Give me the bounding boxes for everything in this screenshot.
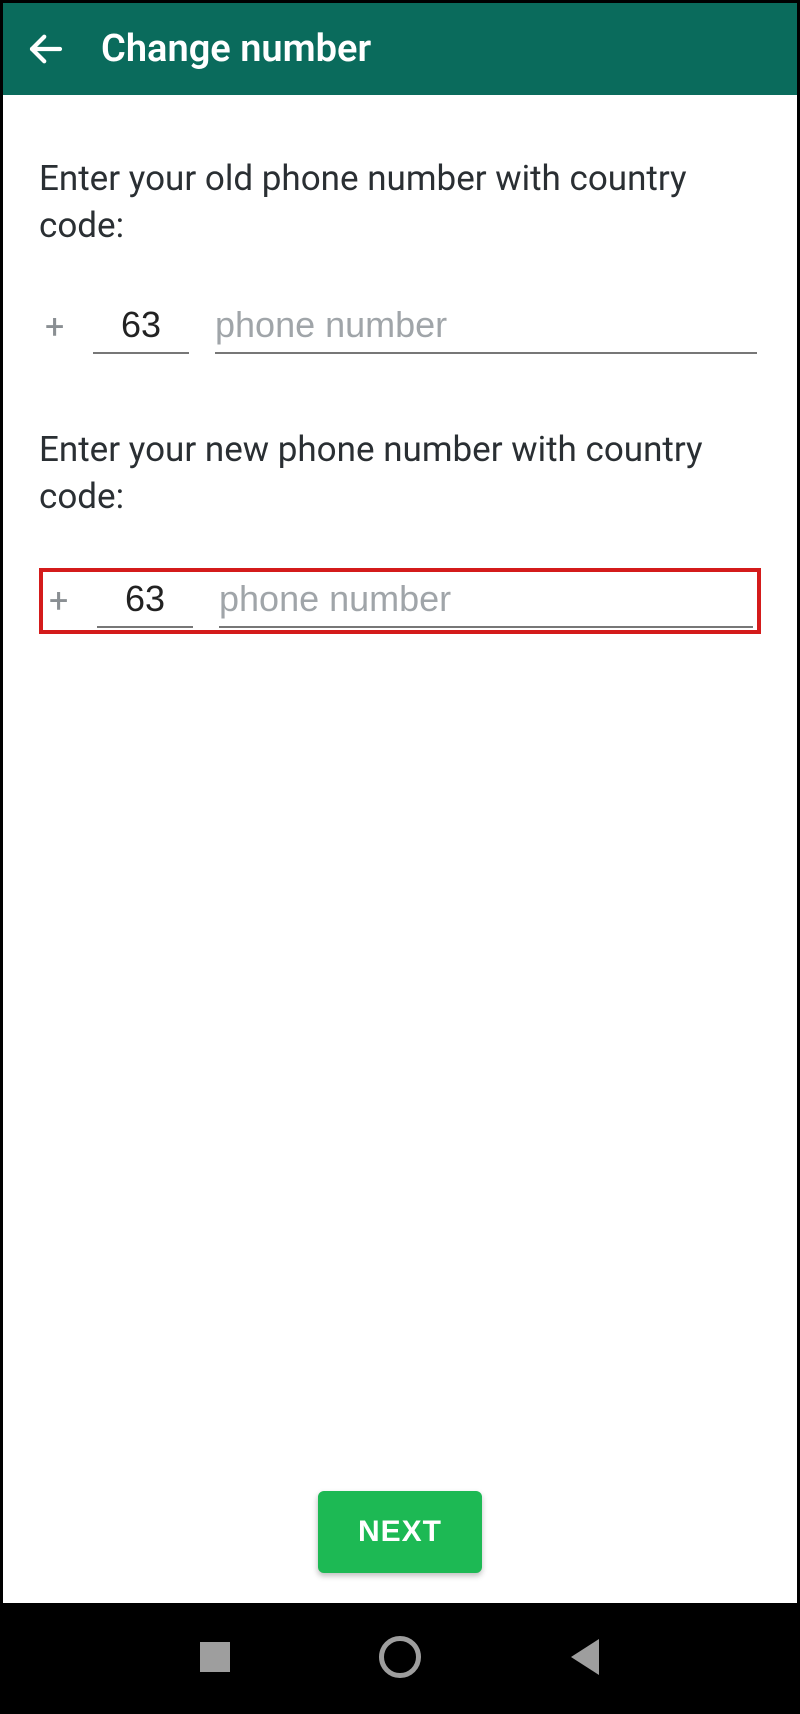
- new-phone-input[interactable]: [219, 578, 753, 628]
- square-icon: [200, 1642, 230, 1672]
- android-nav-bar: [3, 1603, 797, 1711]
- new-number-row: +: [39, 568, 761, 634]
- recents-button[interactable]: [190, 1632, 240, 1682]
- old-number-row: +: [39, 298, 761, 356]
- home-button[interactable]: [375, 1632, 425, 1682]
- new-number-prompt: Enter your new phone number with country…: [39, 426, 761, 521]
- old-phone-input[interactable]: [215, 304, 757, 354]
- app-bar: Change number: [3, 3, 797, 95]
- plus-icon: +: [43, 310, 67, 354]
- triangle-icon: [571, 1639, 599, 1675]
- page-title: Change number: [101, 27, 371, 71]
- old-number-prompt: Enter your old phone number with country…: [39, 155, 761, 250]
- next-button[interactable]: NEXT: [318, 1491, 482, 1573]
- old-country-code-input[interactable]: [93, 304, 189, 354]
- plus-icon: +: [47, 584, 71, 628]
- content-area: Enter your old phone number with country…: [3, 95, 797, 1603]
- back-arrow-icon[interactable]: [21, 24, 71, 74]
- back-button[interactable]: [560, 1632, 610, 1682]
- circle-icon: [379, 1636, 421, 1678]
- new-country-code-input[interactable]: [97, 578, 193, 628]
